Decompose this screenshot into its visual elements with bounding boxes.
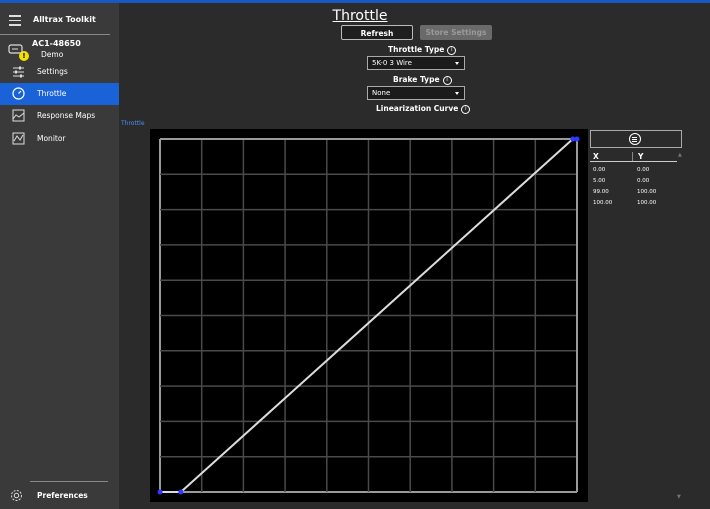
sidebar-item-settings[interactable]: Settings (0, 61, 119, 83)
throttle-type-heading: Throttle Type i (388, 45, 457, 55)
curve-point[interactable] (574, 136, 580, 142)
brake-type-select[interactable]: None (367, 86, 465, 100)
gauge-icon (12, 87, 25, 100)
cell-y: 0.00 (637, 178, 650, 184)
table-row[interactable]: 100.00 100.00 (590, 199, 677, 209)
device-selector[interactable]: ! AC1-48650 Demo (6, 39, 116, 63)
sidebar-item-label: Throttle (37, 89, 67, 98)
linearization-chart[interactable] (150, 129, 588, 502)
brake-type-label: Brake Type (393, 75, 440, 84)
sidebar-item-preferences[interactable]: Preferences (0, 485, 119, 507)
cell-y: 0.00 (637, 167, 650, 173)
linearization-heading: Linearization Curve i (376, 104, 471, 114)
page-title: Throttle (332, 8, 388, 24)
sidebar-item-label: Response Maps (37, 111, 96, 120)
column-header-x: X (593, 152, 599, 161)
sidebar-item-label: Monitor (37, 134, 66, 143)
divider (30, 481, 108, 482)
table-row[interactable]: 0.00 0.00 (590, 166, 677, 176)
sliders-icon (13, 66, 24, 78)
chart-caption: Throttle (121, 120, 145, 127)
cell-y: 100.00 (637, 189, 657, 195)
scroll-up-icon[interactable]: ▲ (678, 152, 682, 158)
area-chart-icon (12, 109, 25, 122)
sidebar-item-throttle[interactable]: Throttle (0, 83, 119, 105)
info-icon[interactable]: i (442, 75, 452, 85)
device-subtitle: Demo (41, 50, 64, 59)
curve-point[interactable] (157, 489, 163, 495)
chevron-down-icon (455, 62, 459, 65)
scroll-down-icon[interactable]: ▼ (677, 494, 681, 500)
table-menu-button[interactable] (590, 130, 682, 148)
brake-type-heading: Brake Type i (393, 75, 452, 85)
sidebar-item-response-maps[interactable]: Response Maps (0, 105, 119, 127)
store-settings-button[interactable]: Store Settings (420, 25, 492, 40)
sidebar-item-label: Preferences (37, 491, 88, 500)
column-divider[interactable] (632, 152, 633, 161)
device-id: AC1-48650 (32, 39, 81, 48)
refresh-button[interactable]: Refresh (341, 25, 413, 40)
throttle-type-value: 5K-0 3 Wire (372, 59, 412, 67)
curve-point[interactable] (178, 489, 184, 495)
cell-x: 5.00 (593, 178, 606, 184)
sidebar-item-monitor[interactable]: Monitor (0, 128, 119, 150)
divider (0, 34, 110, 35)
column-header-y: Y (638, 152, 644, 161)
sidebar: Alltrax Toolkit ! AC1-48650 Demo Setting… (0, 3, 119, 509)
list-icon (629, 133, 641, 145)
hamburger-menu-icon[interactable] (9, 15, 21, 26)
sidebar-item-label: Settings (37, 67, 68, 76)
warning-icon: ! (19, 51, 29, 61)
table-row[interactable]: 99.00 100.00 (590, 188, 677, 198)
cell-x: 100.00 (593, 200, 613, 206)
throttle-type-select[interactable]: 5K-0 3 Wire (367, 56, 465, 70)
info-icon[interactable]: i (461, 104, 471, 114)
linearization-label: Linearization Curve (376, 104, 459, 113)
info-icon[interactable]: i (447, 45, 457, 55)
cell-y: 100.00 (637, 200, 657, 206)
gear-icon (11, 490, 22, 501)
line-chart-icon (12, 132, 25, 145)
header-divider (590, 161, 677, 162)
table-row[interactable]: 5.00 0.00 (590, 177, 677, 187)
cell-x: 0.00 (593, 167, 606, 173)
throttle-type-label: Throttle Type (388, 45, 445, 54)
chevron-down-icon (455, 92, 459, 95)
brake-type-value: None (372, 89, 391, 97)
app-title: Alltrax Toolkit (33, 15, 96, 24)
cell-x: 99.00 (593, 189, 609, 195)
